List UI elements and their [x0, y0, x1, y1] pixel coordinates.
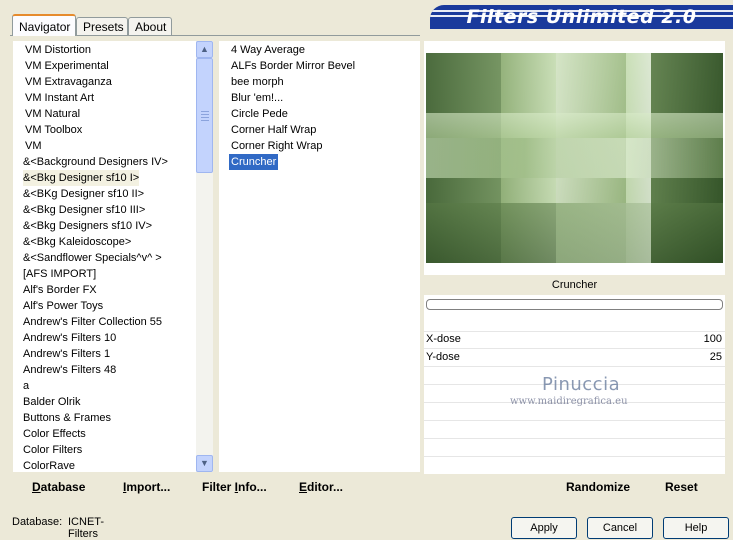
category-item[interactable]: VM Extravaganza — [25, 74, 112, 90]
filter-item[interactable]: 4 Way Average — [231, 42, 305, 58]
filter-item[interactable]: ALFs Border Mirror Bevel — [231, 58, 355, 74]
category-item[interactable]: VM Natural — [25, 106, 80, 122]
bottom-toolbar-right: Randomize Reset — [424, 474, 725, 501]
category-item[interactable]: Andrew's Filters 48 — [23, 362, 116, 378]
import-button[interactable]: Import... — [123, 474, 170, 501]
category-item[interactable]: [AFS IMPORT] — [23, 266, 96, 282]
watermark-site: www.maidiregrafica.eu — [510, 396, 628, 407]
category-item[interactable]: Andrew's Filters 10 — [23, 330, 116, 346]
apply-button[interactable]: Apply — [511, 517, 577, 539]
category-item[interactable]: ColorRave — [23, 458, 75, 472]
progress-bar — [426, 299, 723, 310]
filter-item[interactable]: Circle Pede — [231, 106, 288, 122]
preview-image — [426, 53, 723, 263]
category-item[interactable]: Color Filters — [23, 442, 82, 458]
filter-item[interactable]: Cruncher — [229, 154, 279, 170]
category-item[interactable]: &<Bkg Designers sf10 IV> — [23, 218, 152, 234]
category-item[interactable]: &<Bkg Designer sf10 I> — [23, 170, 140, 186]
category-item[interactable]: Balder Olrik — [23, 394, 80, 410]
tab-presets[interactable]: Presets — [76, 17, 128, 35]
help-button[interactable]: Help — [663, 517, 729, 539]
filter-item[interactable]: Blur 'em!... — [231, 90, 283, 106]
category-item[interactable]: VM Toolbox — [25, 122, 82, 138]
param-x-dose[interactable]: X-dose 100 — [424, 330, 725, 348]
category-item[interactable]: a — [23, 378, 29, 394]
category-item[interactable]: Color Effects — [23, 426, 86, 442]
tab-navigator[interactable]: Navigator — [12, 14, 76, 36]
tab-about[interactable]: About — [128, 17, 172, 35]
scroll-thumb[interactable] — [196, 58, 213, 173]
category-item[interactable]: VM Distortion — [25, 42, 91, 58]
cancel-button[interactable]: Cancel — [587, 517, 653, 539]
category-item[interactable]: &<Sandflower Specials^v^ > — [23, 250, 162, 266]
filter-info-button[interactable]: Filter Info... — [202, 474, 267, 501]
category-item[interactable]: &<Bkg Kaleidoscope> — [23, 234, 131, 250]
editor-button[interactable]: Editor... — [299, 474, 343, 501]
category-item[interactable]: &<Background Designers IV> — [23, 154, 168, 170]
filter-item[interactable]: Corner Right Wrap — [231, 138, 323, 154]
category-item[interactable]: VM Experimental — [25, 58, 109, 74]
preview-panel: Cruncher X-dose 100 Y-dose 25 — [424, 41, 725, 474]
reset-button[interactable]: Reset — [665, 474, 698, 501]
scroll-up-arrow-icon[interactable]: ▲ — [196, 41, 213, 58]
status-label: Database: — [12, 516, 63, 528]
category-scrollbar[interactable]: ▲ ▼ — [196, 41, 213, 472]
status-bar: Database: ICNET-Filters — [12, 516, 104, 540]
category-item[interactable]: VM — [25, 138, 42, 154]
preview-filter-name: Cruncher — [424, 275, 725, 295]
randomize-button[interactable]: Randomize — [566, 474, 630, 501]
category-item[interactable]: Alf's Power Toys — [23, 298, 103, 314]
app-title-banner: Filters Unlimited 2.0 — [430, 5, 733, 29]
category-item[interactable]: Andrew's Filter Collection 55 — [23, 314, 162, 330]
watermark-name: Pinuccia — [542, 374, 621, 395]
bottom-toolbar-left: Database Import... Filter Info... Editor… — [13, 474, 420, 501]
status-value: ICNET-Filters — [68, 516, 105, 540]
category-item[interactable]: &<BKg Designer sf10 II> — [23, 186, 144, 202]
filter-item[interactable]: bee morph — [231, 74, 284, 90]
param-y-dose[interactable]: Y-dose 25 — [424, 348, 725, 366]
database-button[interactable]: Database — [32, 474, 85, 501]
category-item[interactable]: Buttons & Frames — [23, 410, 111, 426]
category-item[interactable]: VM Instant Art — [25, 90, 94, 106]
category-item[interactable]: &<Bkg Designer sf10 III> — [23, 202, 145, 218]
category-item[interactable]: Andrew's Filters 1 — [23, 346, 110, 362]
app-title: Filters Unlimited 2.0 — [466, 6, 697, 28]
scroll-down-arrow-icon[interactable]: ▼ — [196, 455, 213, 472]
category-item[interactable]: Alf's Border FX — [23, 282, 97, 298]
filter-item[interactable]: Corner Half Wrap — [231, 122, 316, 138]
